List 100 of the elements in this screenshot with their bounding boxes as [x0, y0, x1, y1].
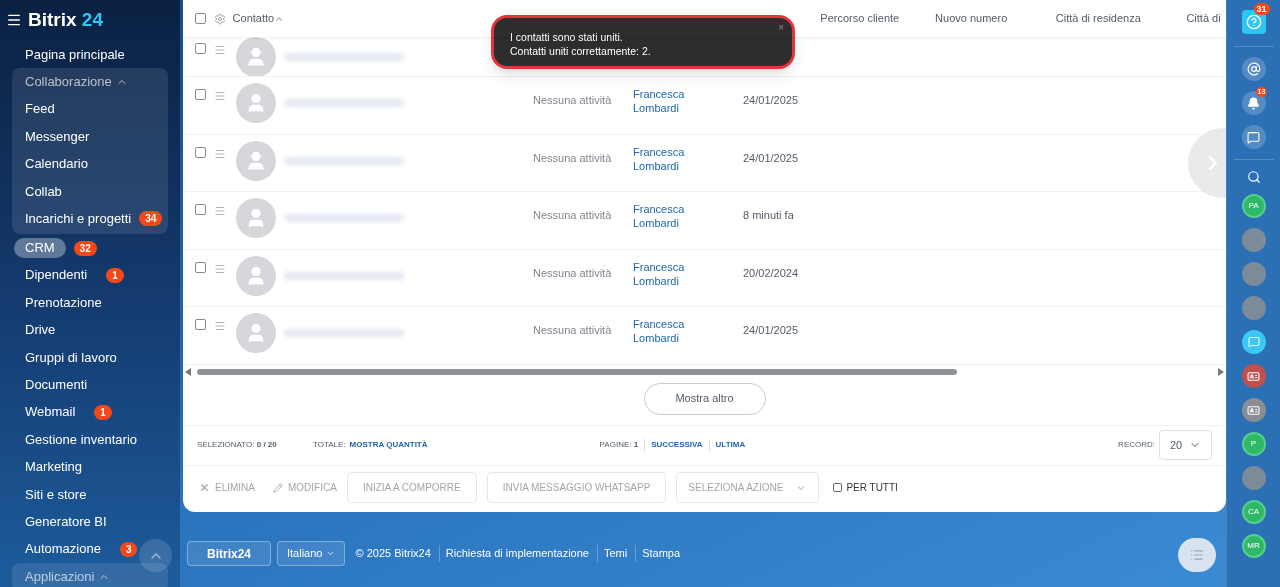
show-count-link[interactable]: MOSTRA QUANTITÀ: [349, 439, 600, 451]
avatar-icon: [236, 313, 276, 353]
activity-cell: Nessuna attività: [533, 94, 612, 106]
row-checkbox[interactable]: [195, 89, 206, 100]
total-label: TOTALE:: [313, 439, 346, 451]
bitrix24-logo-button[interactable]: Bitrix24: [187, 541, 271, 566]
sidebar-item[interactable]: Dipendenti: [14, 265, 99, 286]
search-icon[interactable]: [1246, 170, 1261, 184]
drag-handle-icon[interactable]: [214, 147, 226, 160]
sidebar-item[interactable]: Documenti: [14, 375, 99, 395]
toast-text: Contatti uniti correttamente: 2.: [510, 44, 652, 58]
sidebar-item[interactable]: Gestione inventario: [14, 429, 148, 450]
for-all-label: PER TUTTI: [846, 481, 898, 495]
scroll-right-icon[interactable]: [1218, 367, 1224, 376]
responsible-link[interactable]: Francesca Lombardi: [633, 259, 693, 288]
notifications-icon[interactable]: [1241, 91, 1266, 115]
sidebar-item[interactable]: Automazione: [14, 539, 112, 560]
row-checkbox[interactable]: [195, 204, 206, 215]
count-badge: 34: [139, 211, 163, 227]
contact-card-avatar[interactable]: [1241, 398, 1266, 422]
scroll-up-button[interactable]: [139, 539, 172, 572]
chat-icon[interactable]: [1241, 125, 1266, 149]
toast-text: I contatti sono stati uniti.: [510, 30, 624, 44]
date-cell: 8 minuti fa: [743, 209, 794, 221]
row-checkbox[interactable]: [195, 13, 206, 24]
responsible-link[interactable]: Francesca Lombardi: [633, 202, 693, 230]
sidebar-item[interactable]: Marketing: [14, 457, 94, 478]
group-header[interactable]: Applicazioni: [25, 566, 95, 587]
sidebar-item[interactable]: Generatore BI: [14, 511, 118, 532]
close-icon: [199, 482, 210, 493]
responsible-link[interactable]: Francesca Lombardi: [633, 144, 693, 173]
group-header[interactable]: Collaborazione: [25, 72, 112, 92]
menu-icon[interactable]: [6, 12, 22, 28]
sidebar-item[interactable]: CRM: [14, 238, 66, 259]
drag-handle-icon[interactable]: [214, 44, 226, 56]
column-header[interactable]: Percorso cliente: [820, 10, 936, 27]
date-cell: 20/02/2024: [743, 266, 799, 279]
settings-icon[interactable]: [214, 12, 226, 25]
column-header[interactable]: Nuovo numero: [935, 10, 1056, 27]
drag-handle-icon[interactable]: [214, 205, 226, 217]
drag-handle-icon[interactable]: [214, 262, 226, 275]
scroll-left-icon[interactable]: [185, 367, 191, 376]
list-icon: [1190, 548, 1204, 562]
selected-count: SELEZIONATO: 0 / 20: [197, 439, 278, 451]
footer-link[interactable]: Richiesta di implementazione: [445, 545, 598, 562]
contact-card-avatar[interactable]: [1241, 364, 1266, 388]
row-checkbox[interactable]: [195, 261, 206, 273]
drag-handle-icon[interactable]: [214, 320, 226, 332]
responsible-link[interactable]: Francesca Lombardi: [633, 317, 693, 345]
horizontal-scrollbar[interactable]: [197, 368, 957, 375]
sidebar-item[interactable]: Incarichi e progetti: [25, 208, 132, 229]
list-button[interactable]: [1178, 538, 1216, 572]
column-header[interactable]: Città di residenza: [1055, 10, 1187, 27]
sidebar-item[interactable]: Siti e store: [14, 484, 98, 505]
chat-avatar[interactable]: [1241, 330, 1266, 354]
footer-link[interactable]: Stampa: [642, 545, 681, 562]
date-cell: 24/01/2025: [743, 324, 799, 336]
footer-link[interactable]: Temi: [603, 545, 637, 562]
activity-cell: Nessuna attività: [533, 209, 612, 221]
help-button[interactable]: [1241, 10, 1266, 34]
sidebar-item[interactable]: Prenotazione: [14, 292, 113, 313]
avatar-icon: [236, 37, 276, 76]
activity-cell: Nessuna attività: [533, 324, 612, 336]
avatar-icon: [236, 255, 276, 296]
record-label: RECORD:: [1118, 439, 1155, 451]
sidebar-item[interactable]: Pagina principale: [14, 44, 136, 65]
avatar-icon: [236, 83, 276, 123]
row-checkbox[interactable]: [195, 319, 206, 330]
record-select[interactable]: 20: [1159, 430, 1212, 460]
date-cell: 24/01/2025: [743, 94, 799, 106]
avatar-icon: [236, 198, 276, 238]
sidebar-item[interactable]: Gruppi di lavoro: [14, 347, 128, 368]
row-checkbox[interactable]: [195, 146, 206, 158]
copyright: © 2025 Bitrix24: [355, 545, 440, 562]
count-badge: 1: [106, 267, 124, 283]
activity-cell: Nessuna attività: [533, 266, 612, 279]
column-header[interactable]: Contatto: [232, 10, 275, 27]
column-header[interactable]: Città di: [1186, 10, 1226, 27]
close-button[interactable]: ×: [778, 20, 784, 35]
count-badge: 31: [1253, 3, 1270, 15]
next-page-link[interactable]: SUCCESSIVA: [644, 439, 703, 451]
pages-label: PAGINE: 1: [599, 439, 639, 451]
sidebar-item[interactable]: Calendario: [25, 154, 88, 174]
logo: Bitrix 24: [28, 7, 103, 32]
sidebar-item[interactable]: Messenger: [25, 126, 90, 147]
caret-icon: [326, 549, 336, 558]
sidebar-item[interactable]: Drive: [14, 320, 67, 341]
drag-handle-icon[interactable]: [214, 90, 226, 102]
row-checkbox[interactable]: [195, 43, 206, 54]
count-badge: 1: [94, 404, 112, 420]
date-cell: 24/01/2025: [743, 151, 799, 164]
pencil-icon: [273, 482, 283, 493]
sidebar-item[interactable]: Feed: [25, 99, 55, 119]
for-all-checkbox[interactable]: [833, 483, 843, 492]
sidebar-item[interactable]: Webmail: [14, 402, 87, 423]
language-select[interactable]: Italiano: [277, 541, 346, 566]
last-page-link[interactable]: ULTIMA: [708, 439, 746, 451]
sidebar-item[interactable]: Collab: [25, 181, 62, 201]
at-sign-icon[interactable]: [1241, 57, 1266, 81]
responsible-link[interactable]: Francesca Lombardi: [633, 87, 693, 115]
